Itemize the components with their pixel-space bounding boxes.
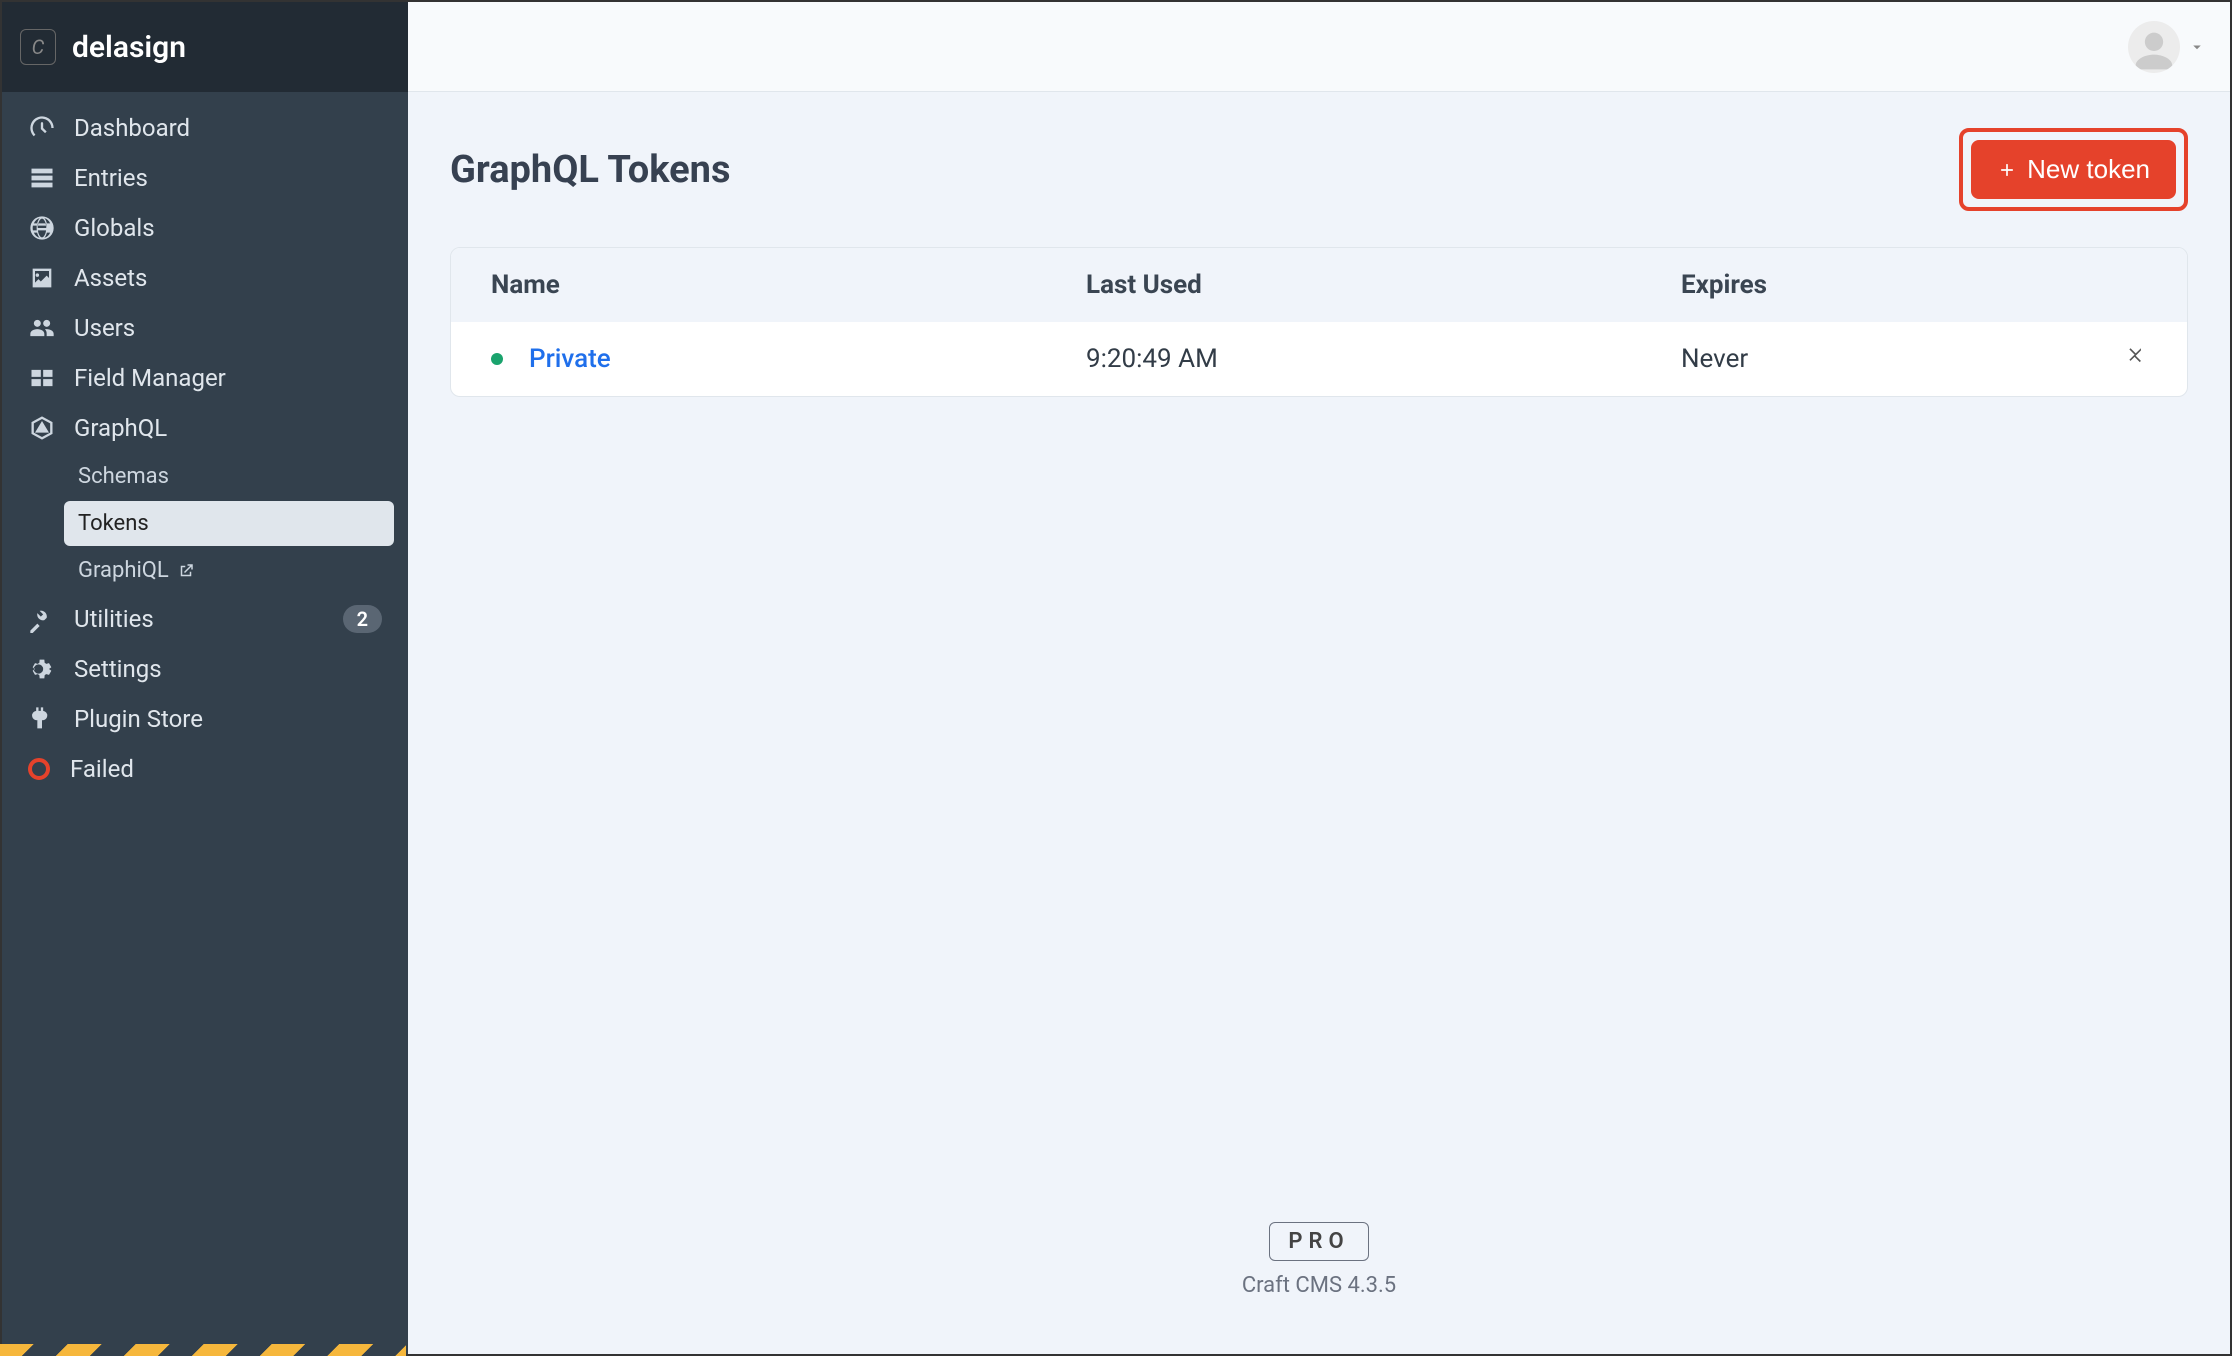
dev-mode-stripe [0,1344,406,1356]
col-header-last-used[interactable]: Last Used [1086,270,1681,300]
sidebar-header: C delasign [2,2,408,92]
field-manager-icon [28,364,56,392]
status-dot-active [491,353,503,365]
external-link-icon [177,562,195,580]
tokens-table: Name Last Used Expires Private 9:20:49 A… [450,247,2188,397]
close-icon [2125,345,2147,367]
users-icon [28,314,56,342]
entries-icon [28,164,56,192]
sidebar-item-label: Users [74,314,135,342]
page-title: GraphQL Tokens [450,148,730,192]
main: GraphQL Tokens New token Name Last Used … [408,2,2230,1354]
avatar [2128,21,2180,73]
sidebar-item-users[interactable]: Users [16,304,394,352]
sidebar: C delasign Dashboard Entries Globals Ass… [2,2,408,1354]
utilities-badge: 2 [343,605,382,633]
dashboard-icon [28,114,56,142]
sidebar-item-label: Globals [74,214,155,242]
graphql-icon [28,414,56,442]
edition-badge[interactable]: PRO [1269,1222,1368,1261]
sidebar-item-entries[interactable]: Entries [16,154,394,202]
sidebar-item-field-manager[interactable]: Field Manager [16,354,394,402]
subnav-item-graphiql[interactable]: GraphiQL [64,548,394,593]
subnav-item-label: GraphiQL [78,558,169,583]
token-name-link[interactable]: Private [529,344,611,374]
user-menu[interactable] [2128,21,2206,73]
plugin-store-icon [28,705,56,733]
subnav-item-label: Schemas [78,464,169,489]
cell-expires: Never [1681,344,2087,374]
brand-name[interactable]: delasign [72,30,186,65]
table-row: Private 9:20:49 AM Never [451,322,2187,396]
sidebar-item-label: Entries [74,164,148,192]
sidebar-item-label: Dashboard [74,114,190,142]
sidebar-item-label: Settings [74,655,162,683]
col-header-expires[interactable]: Expires [1681,270,2087,300]
topbar [408,2,2230,92]
sidebar-item-failed[interactable]: Failed [16,745,394,793]
sidebar-item-globals[interactable]: Globals [16,204,394,252]
sidebar-item-settings[interactable]: Settings [16,645,394,693]
subnav-item-label: Tokens [78,511,149,536]
footer: PRO Craft CMS 4.3.5 [408,1222,2230,1298]
settings-icon [28,655,56,683]
sidebar-item-utilities[interactable]: Utilities 2 [16,595,394,643]
page-header: GraphQL Tokens New token [450,128,2188,211]
chevron-down-icon [2188,38,2206,56]
col-header-name[interactable]: Name [491,270,1086,300]
version-text: Craft CMS 4.3.5 [408,1273,2230,1298]
cell-last-used: 9:20:49 AM [1086,344,1681,374]
table-header: Name Last Used Expires [451,248,2187,322]
sidebar-item-label: Utilities [74,605,154,633]
globals-icon [28,214,56,242]
utilities-icon [28,605,56,633]
delete-token-button[interactable] [2125,344,2147,374]
sidebar-item-label: Field Manager [74,364,226,392]
new-token-label: New token [2027,154,2150,185]
logo[interactable]: C [20,29,56,65]
plus-icon [1997,160,2017,180]
subnav-item-tokens[interactable]: Tokens [64,501,394,546]
failed-icon [28,758,50,780]
sidebar-item-dashboard[interactable]: Dashboard [16,104,394,152]
nav: Dashboard Entries Globals Assets Users F [2,92,408,1354]
assets-icon [28,264,56,292]
sidebar-item-label: Failed [70,755,134,783]
graphql-subnav: Schemas Tokens GraphiQL [16,454,394,593]
sidebar-item-assets[interactable]: Assets [16,254,394,302]
sidebar-item-plugin-store[interactable]: Plugin Store [16,695,394,743]
sidebar-item-graphql[interactable]: GraphQL [16,404,394,452]
sidebar-item-label: Assets [74,264,147,292]
new-token-highlight: New token [1959,128,2188,211]
subnav-item-schemas[interactable]: Schemas [64,454,394,499]
sidebar-item-label: Plugin Store [74,705,203,733]
new-token-button[interactable]: New token [1971,140,2176,199]
content: GraphQL Tokens New token Name Last Used … [408,92,2230,1354]
sidebar-item-label: GraphQL [74,414,167,442]
